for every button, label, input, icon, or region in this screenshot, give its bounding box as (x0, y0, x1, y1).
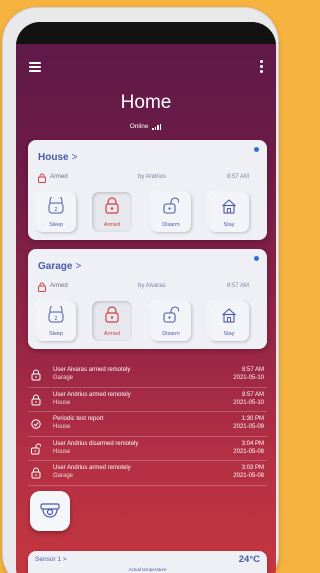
status-dot (254, 256, 259, 261)
sensor-temperature: 24°C (238, 554, 260, 565)
event-row[interactable]: User Aivaras armed remotely Garage 8:57 … (28, 363, 267, 388)
connection-status-label: Online (129, 123, 149, 131)
event-title: Periodic test report (53, 416, 104, 423)
camera-button[interactable] (30, 491, 70, 531)
sleep-icon: z (48, 306, 64, 323)
event-date: 2021-05-10 (233, 375, 264, 381)
sensor-card[interactable]: Sensor 1 > 24°C Actual temperature (28, 551, 267, 573)
mode-label: Sleep (48, 222, 64, 228)
mode-armed-button[interactable]: Armed (92, 301, 132, 341)
event-list: User Aivaras armed remotely Garage 8:57 … (28, 363, 267, 486)
armed-state: Armed (50, 174, 68, 180)
lock-icon (38, 173, 46, 183)
event-row[interactable]: Periodic test report House 1:30 PM 2021-… (28, 412, 267, 437)
status-dot (254, 147, 259, 152)
partition-info-garage: Armed by Aivaras 8:57 AM (38, 282, 257, 293)
event-date: 2021-05-09 (233, 424, 264, 431)
more-options-icon[interactable] (258, 60, 264, 74)
app-screen: Home Online House > Armed by Andrius 8:57… (16, 22, 276, 573)
mode-label: Armed (103, 331, 121, 337)
mode-disarm-button[interactable]: Disarm (151, 301, 191, 341)
partition-title-house[interactable]: House > (38, 152, 77, 163)
top-bar (16, 58, 276, 78)
chevron-right-icon: > (75, 261, 82, 272)
lock-icon (105, 197, 119, 214)
mode-buttons-house: z Sleep Armed Disarm Stay (36, 192, 264, 234)
armed-time: 8:57 AM (226, 174, 249, 180)
sleep-icon: z (48, 197, 64, 214)
armed-by: by Aivaras (138, 283, 166, 289)
camera-icon (40, 503, 60, 518)
armed-state: Armed (50, 283, 68, 289)
chevron-right-icon: > (71, 152, 78, 163)
event-row[interactable]: User Andrius disarmed remotely House 3:0… (28, 437, 267, 462)
svg-text:z: z (55, 316, 58, 322)
lock-icon (31, 369, 41, 381)
event-partition: House (53, 448, 71, 455)
partition-card-house: House > Armed by Andrius 8:57 AM z Sleep … (28, 140, 267, 240)
unlock-icon (163, 197, 179, 214)
lock-icon (31, 467, 41, 479)
sensor-subtitle: Actual temperature (128, 567, 167, 572)
mode-buttons-garage: z Sleep Armed Disarm Stay (36, 301, 264, 343)
lock-icon (31, 394, 41, 406)
event-time: 3:03 PM (241, 465, 264, 472)
event-date: 2021-05-10 (233, 399, 264, 406)
mode-label: Stay (223, 331, 235, 337)
armed-time: 8:57 AM (226, 283, 249, 289)
mode-sleep-button[interactable]: z Sleep (36, 301, 76, 341)
event-time: 3:04 PM (241, 440, 264, 447)
mode-armed-button[interactable]: Armed (92, 192, 132, 232)
event-partition: Garage (53, 473, 74, 480)
event-title: User Andrius disarmed remotely (53, 440, 139, 447)
armed-by: by Andrius (138, 174, 167, 180)
mode-label: Stay (223, 222, 235, 228)
signal-icon (152, 123, 162, 130)
event-time: 8:57 AM (241, 391, 264, 398)
partition-title-garage[interactable]: Garage > (38, 261, 81, 272)
event-date: 2021-05-08 (233, 473, 264, 480)
event-partition: Garage (53, 375, 74, 381)
mode-disarm-button[interactable]: Disarm (151, 192, 191, 232)
mode-label: Armed (103, 222, 121, 228)
mode-label: Disarm (162, 331, 180, 337)
event-time: 8:57 AM (241, 367, 264, 373)
unlock-icon (31, 443, 41, 455)
event-row[interactable]: User Andrius armed remotely Garage 3:03 … (28, 461, 267, 486)
lock-icon (105, 306, 119, 323)
mode-stay-button[interactable]: Stay (209, 301, 249, 341)
event-title: User Andrius armed remotely (53, 391, 131, 398)
event-row[interactable]: User Andrius armed remotely House 8:57 A… (28, 388, 267, 413)
mode-stay-button[interactable]: Stay (209, 192, 249, 232)
mode-label: Sleep (48, 331, 64, 337)
phone-frame: Home Online House > Armed by Andrius 8:57… (3, 8, 278, 573)
home-icon (222, 308, 236, 323)
event-title: User Aivaras armed remotely (53, 367, 131, 373)
menu-icon[interactable] (29, 62, 41, 72)
partition-card-garage: Garage > Armed by Aivaras 8:57 AM z Sleep… (28, 249, 267, 349)
event-time: 1:30 PM (241, 416, 264, 423)
event-date: 2021-05-08 (233, 448, 264, 455)
partition-info-house: Armed by Andrius 8:57 AM (38, 173, 257, 184)
mode-sleep-button[interactable]: z Sleep (36, 192, 76, 232)
svg-text:z: z (55, 207, 58, 213)
event-partition: House (53, 424, 71, 431)
home-icon (222, 199, 236, 214)
status-bar (16, 22, 276, 44)
unlock-icon (163, 306, 179, 323)
page-title: Home (120, 92, 172, 113)
sensor-name: Sensor 1 > (35, 556, 67, 563)
event-title: User Andrius armed remotely (53, 465, 131, 472)
event-partition: House (53, 399, 71, 406)
connection-status: Online (16, 123, 276, 130)
lock-icon (38, 282, 46, 292)
mode-label: Disarm (162, 222, 180, 228)
test-report-icon (31, 419, 41, 429)
